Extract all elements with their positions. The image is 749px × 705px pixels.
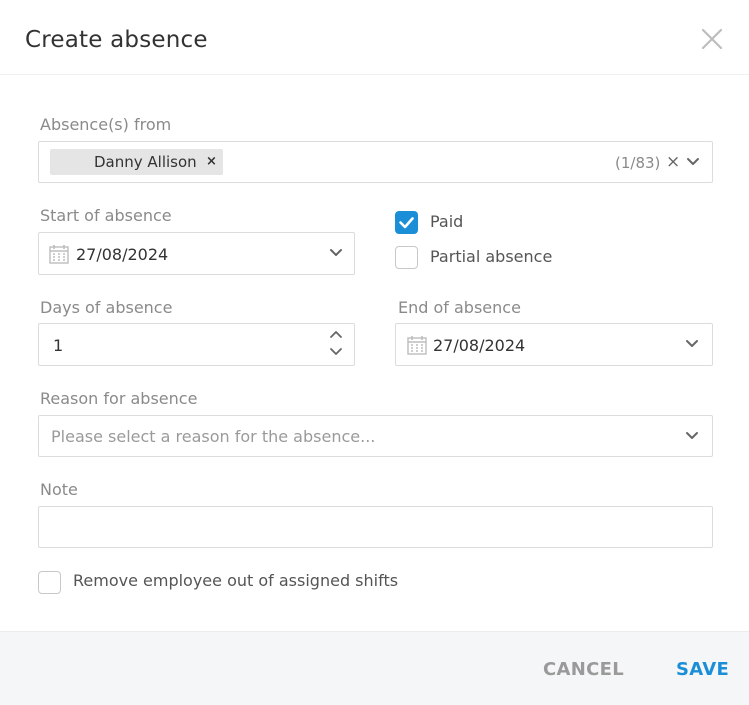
close-icon[interactable] <box>701 28 723 50</box>
reason-label: Reason for absence <box>40 389 198 408</box>
partial-absence-label: Partial absence <box>430 247 553 266</box>
days-of-absence-label: Days of absence <box>40 298 173 317</box>
partial-absence-checkbox[interactable] <box>395 246 418 269</box>
remove-from-shifts-label: Remove employee out of assigned shifts <box>73 571 399 590</box>
start-date-picker[interactable]: 27/08/2024 <box>38 232 355 275</box>
chevron-down-icon[interactable] <box>685 339 699 349</box>
employee-select[interactable]: Danny Allison × (1/83) × <box>38 141 713 183</box>
clear-selection-icon[interactable]: × <box>666 152 680 172</box>
check-icon <box>399 217 414 229</box>
days-of-absence-input[interactable]: 1 <box>38 323 355 366</box>
end-of-absence-label: End of absence <box>398 298 521 317</box>
chevron-down-icon[interactable] <box>329 347 343 357</box>
calendar-icon <box>407 336 427 355</box>
chevron-up-icon[interactable] <box>329 329 343 339</box>
paid-checkbox[interactable] <box>395 211 418 234</box>
dialog-title: Create absence <box>25 27 208 53</box>
reason-select[interactable]: Please select a reason for the absence..… <box>38 415 713 457</box>
chevron-down-icon[interactable] <box>685 431 699 441</box>
tag-remove-icon[interactable]: × <box>206 154 217 169</box>
note-input[interactable] <box>38 506 713 548</box>
note-label: Note <box>40 480 78 499</box>
reason-placeholder: Please select a reason for the absence..… <box>51 427 376 446</box>
save-button[interactable]: SAVE <box>676 659 729 680</box>
end-date-value: 27/08/2024 <box>433 336 526 355</box>
chevron-down-icon[interactable] <box>686 157 700 167</box>
start-of-absence-label: Start of absence <box>40 206 172 225</box>
chevron-down-icon[interactable] <box>329 248 343 258</box>
dialog-header: Create absence <box>0 0 749 75</box>
tag-label: Danny Allison <box>94 153 197 171</box>
selected-employee-tag: Danny Allison × <box>50 149 223 175</box>
dialog-footer: CANCEL SAVE <box>0 631 749 705</box>
calendar-icon <box>49 245 69 264</box>
start-date-value: 27/08/2024 <box>76 245 169 264</box>
days-value: 1 <box>53 336 64 355</box>
remove-from-shifts-checkbox[interactable] <box>38 571 61 594</box>
absences-from-label: Absence(s) from <box>40 115 172 134</box>
selection-count: (1/83) <box>615 154 661 172</box>
end-date-picker[interactable]: 27/08/2024 <box>395 323 713 366</box>
paid-label: Paid <box>430 212 464 231</box>
cancel-button[interactable]: CANCEL <box>543 659 624 680</box>
